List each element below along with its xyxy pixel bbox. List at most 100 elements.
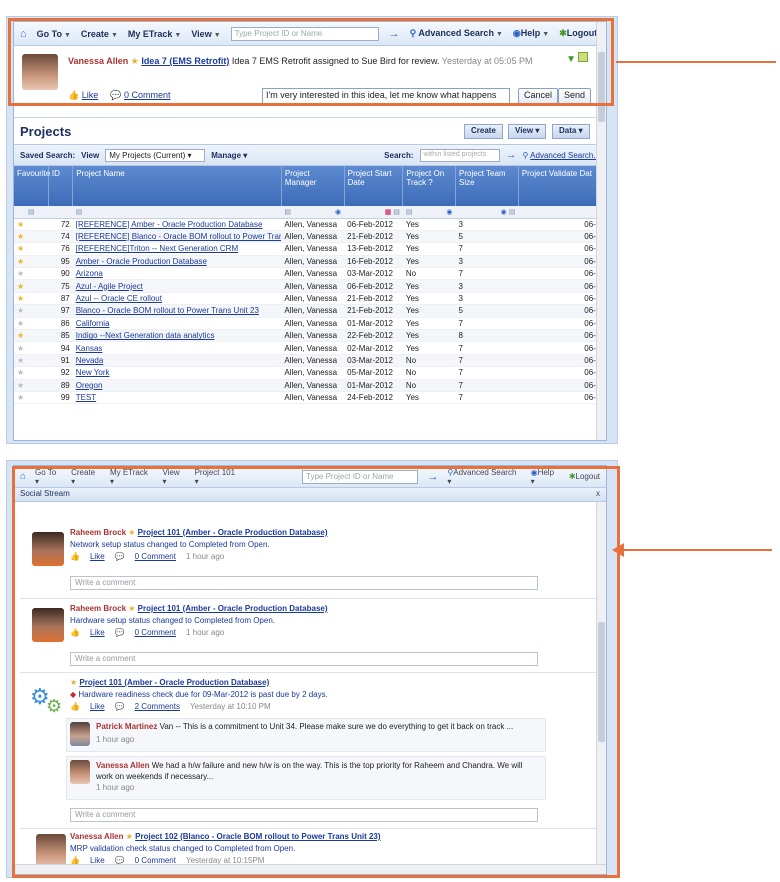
favourite-star-icon[interactable]: ★: [14, 379, 49, 392]
table-row[interactable]: ★ 97 Blanco - Oracle BOM rollout to Power …: [14, 304, 606, 318]
cell-on-track: No: [402, 354, 456, 368]
cell-project-name[interactable]: Nevada: [72, 354, 282, 368]
table-row[interactable]: ★ 94 Kansas Allen, Vanessa 02-Mar-2012 Yes 7 06…: [14, 341, 606, 355]
data-menu-button[interactable]: Data ▾: [552, 124, 590, 139]
cell-start-date: 21-Feb-2012: [344, 304, 403, 318]
cell-on-track: No: [402, 267, 456, 281]
table-row[interactable]: ★ 95 Amber - Oracle Production Database All…: [14, 255, 606, 269]
cell-team-size: 3: [455, 218, 519, 231]
grid-filter-row: ▤ ▤ ▤ ◉ ▦ ▤ ▤ ◉ ◉ ▤: [14, 206, 606, 219]
filter-cell[interactable]: ▦ ▤: [344, 206, 403, 219]
table-row[interactable]: ★ 85 Indigo --Next Generation data analyti…: [14, 329, 606, 343]
cell-project-name[interactable]: Blanco - Oracle BOM rollout to Power Tra…: [72, 304, 282, 318]
cell-on-track: Yes: [402, 317, 456, 331]
favourite-star-icon[interactable]: ★: [14, 317, 49, 331]
cell-project-name[interactable]: Arizona: [72, 267, 282, 281]
table-row[interactable]: ★ 91 Nevada Allen, Vanessa 03-Mar-2012 No 7 06-…: [14, 354, 606, 368]
column-header[interactable]: Project Manager: [281, 166, 345, 206]
cell-project-name[interactable]: Indigo --Next Generation data analytics: [72, 329, 282, 343]
saved-search-label: Saved Search:: [20, 150, 76, 160]
cell-project-name[interactable]: [REFERENCE] Blanco - Oracle BOM rollout …: [72, 230, 282, 244]
favourite-star-icon[interactable]: ★: [14, 329, 49, 343]
cell-id: 89: [48, 379, 73, 392]
favourite-star-icon[interactable]: ★: [14, 267, 49, 281]
cell-project-manager: Allen, Vanessa: [281, 341, 345, 355]
favourite-star-icon[interactable]: ★: [14, 279, 49, 293]
cell-start-date: 21-Feb-2012: [344, 292, 403, 306]
view-menu-label: View: [515, 126, 534, 135]
advanced-search-link[interactable]: ⚲ Advanced Search...: [523, 151, 600, 160]
go-arrow-icon[interactable]: →: [506, 149, 517, 161]
cell-validate-date: 06-M: [518, 341, 606, 355]
cell-id: 85: [48, 329, 73, 343]
cell-team-size: 7: [455, 366, 519, 380]
favourite-star-icon[interactable]: ★: [14, 341, 49, 355]
column-header[interactable]: ID: [48, 166, 74, 206]
cell-start-date: 03-Mar-2012: [344, 354, 403, 368]
cell-project-name[interactable]: Kansas: [72, 341, 282, 355]
favourite-star-icon[interactable]: ★: [14, 391, 49, 405]
cell-on-track: Yes: [402, 242, 456, 256]
cell-project-name[interactable]: TEST: [72, 391, 282, 405]
filter-cell[interactable]: ▤: [14, 206, 49, 219]
table-row[interactable]: ★ 90 Arizona Allen, Vanessa 03-Mar-2012 No 7 06…: [14, 267, 606, 281]
cell-team-size: 7: [455, 341, 519, 355]
favourite-star-icon[interactable]: ★: [14, 354, 49, 368]
favourite-star-icon[interactable]: ★: [14, 218, 49, 231]
filter-cell[interactable]: [48, 206, 73, 219]
cell-project-name[interactable]: Oregon: [72, 379, 282, 392]
cell-project-manager: Allen, Vanessa: [281, 267, 345, 281]
create-button[interactable]: Create: [464, 124, 503, 139]
cell-id: 91: [48, 354, 73, 368]
grid-search-label: Search:: [384, 150, 414, 160]
column-header[interactable]: Project On Track ?: [402, 166, 457, 206]
filter-cell[interactable]: ▤ ◉: [281, 206, 345, 219]
favourite-star-icon[interactable]: ★: [14, 304, 49, 318]
view-select-value: My Projects (Current): [109, 150, 186, 160]
table-row[interactable]: ★ 99 TEST Allen, Vanessa 24-Feb-2012 Yes 7 06-M: [14, 391, 606, 405]
favourite-star-icon[interactable]: ★: [14, 242, 49, 256]
cell-team-size: 3: [455, 292, 519, 306]
cell-team-size: 3: [455, 255, 519, 269]
cell-project-name[interactable]: Azul - Agile Project: [72, 279, 282, 293]
grid-search-input[interactable]: within listed projects: [419, 148, 500, 162]
table-row[interactable]: ★ 74 [REFERENCE] Blanco - Oracle BOM rollo…: [14, 230, 606, 244]
cell-project-name[interactable]: Azul -- Oracle CE rollout: [72, 292, 282, 306]
favourite-star-icon[interactable]: ★: [14, 292, 49, 306]
view-label: View: [81, 150, 100, 160]
cell-project-name[interactable]: [REFERENCE]Triton -- Next Generation CRM: [72, 242, 282, 256]
table-row[interactable]: ★ 89 Oregon Allen, Vanessa 01-Mar-2012 No 7 06-…: [14, 379, 606, 392]
cell-on-track: Yes: [402, 292, 456, 306]
filter-cell[interactable]: [518, 206, 606, 219]
column-header[interactable]: Favourite: [14, 166, 50, 206]
column-header[interactable]: Project Name: [72, 166, 282, 206]
column-header[interactable]: Project Team Size: [455, 166, 519, 206]
cell-project-name[interactable]: Amber - Oracle Production Database: [72, 255, 282, 269]
cell-project-name[interactable]: New York: [72, 366, 282, 380]
table-row[interactable]: ★ 86 California Allen, Vanessa 01-Mar-2012 Ye…: [14, 317, 606, 331]
cell-project-name[interactable]: California: [72, 317, 282, 331]
saved-search-bar: Saved Search: View My Projects (Current)…: [14, 144, 606, 166]
filter-cell[interactable]: ▤ ◉: [402, 206, 456, 219]
cell-start-date: 06-Feb-2012: [344, 279, 403, 293]
favourite-star-icon[interactable]: ★: [14, 230, 49, 244]
filter-cell[interactable]: ◉ ▤: [455, 206, 519, 219]
table-row[interactable]: ★ 72 [REFERENCE] Amber - Oracle Production…: [14, 218, 606, 231]
table-row[interactable]: ★ 87 Azul -- Oracle CE rollout Allen, Vanes…: [14, 292, 606, 306]
table-row[interactable]: ★ 92 New York Allen, Vanessa 05-Mar-2012 No 7 0…: [14, 366, 606, 380]
view-menu-button[interactable]: View ▾: [508, 124, 547, 139]
cell-validate-date: 06-M: [518, 329, 606, 343]
favourite-star-icon[interactable]: ★: [14, 255, 49, 269]
column-header[interactable]: Project Validate Dat: [518, 166, 606, 206]
cell-id: 72: [48, 218, 73, 231]
table-row[interactable]: ★ 76 [REFERENCE]Triton -- Next Generation …: [14, 242, 606, 256]
favourite-star-icon[interactable]: ★: [14, 366, 49, 380]
table-row[interactable]: ★ 75 Azul - Agile Project Allen, Vanessa 06-…: [14, 279, 606, 293]
column-header[interactable]: Project Start Date: [344, 166, 404, 206]
filter-cell[interactable]: ▤: [72, 206, 282, 219]
cell-validate-date: 06-M: [518, 242, 606, 256]
cell-project-name[interactable]: [REFERENCE] Amber - Oracle Production Da…: [72, 218, 282, 231]
cell-project-manager: Allen, Vanessa: [281, 218, 345, 231]
manage-menu[interactable]: Manage ▾: [211, 151, 247, 160]
view-select[interactable]: My Projects (Current) ▾: [105, 148, 206, 162]
